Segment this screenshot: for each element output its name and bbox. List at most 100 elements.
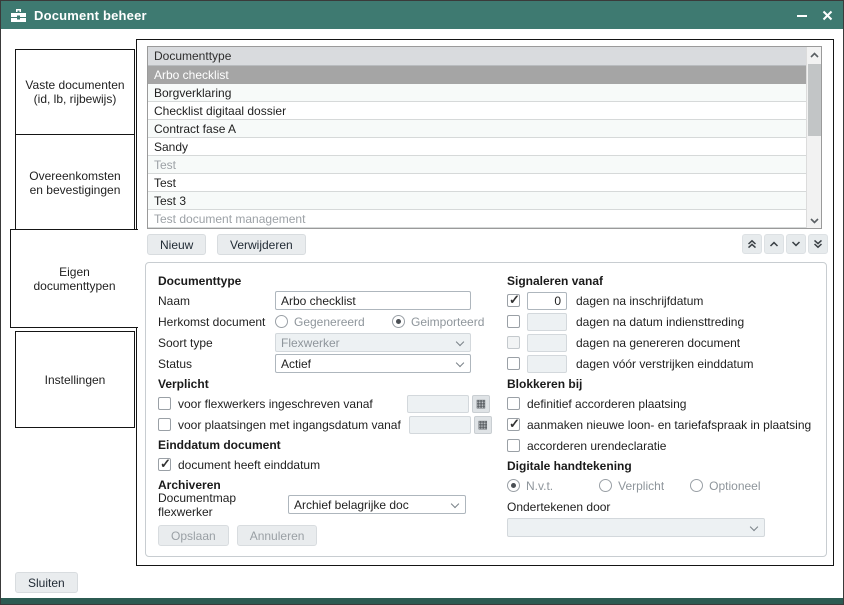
signaleren-genereren-row: dagen na genereren document: [507, 332, 819, 353]
dagen-input[interactable]: [527, 292, 567, 310]
double-chevron-up-icon: [747, 239, 757, 249]
naam-input[interactable]: [275, 291, 471, 310]
radio-geimporteerd[interactable]: [392, 315, 405, 328]
radio-label: N.v.t.: [526, 479, 553, 493]
list-item[interactable]: Test 3: [148, 192, 821, 210]
signaleren-checkbox[interactable]: [507, 357, 520, 370]
window-controls: [796, 9, 833, 21]
naam-row: Naam: [158, 290, 490, 311]
row-label: dagen na datum indiensttreding: [576, 315, 744, 329]
section-blokkeren: Blokkeren bij: [507, 374, 819, 393]
ondertekenen-label: Ondertekenen door: [507, 500, 610, 514]
blokkeren-urendeclaratie-row: accorderen urendeclaratie: [507, 435, 819, 456]
tab-label: Instellingen: [45, 373, 106, 387]
documentmap-label: Documentmap flexwerker: [158, 491, 288, 519]
close-dialog-button[interactable]: Sluiten: [15, 572, 78, 593]
ondertekenen-select[interactable]: [507, 518, 765, 537]
cancel-button[interactable]: Annuleren: [237, 525, 318, 546]
einddatum-checkbox[interactable]: [158, 458, 171, 471]
handtekening-option-verplicht[interactable]: Verplicht: [599, 479, 664, 493]
chevron-down-icon: [750, 523, 758, 531]
radio-nvt[interactable]: [507, 479, 520, 492]
verplicht-plaatsingen-checkbox[interactable]: [158, 418, 171, 431]
dagen-input[interactable]: [527, 313, 567, 331]
row-label: dagen vóór verstrijken einddatum: [576, 357, 753, 371]
handtekening-option-optioneel[interactable]: Optioneel: [690, 479, 760, 493]
radio-optioneel[interactable]: [690, 479, 703, 492]
status-select[interactable]: Actief: [275, 354, 471, 373]
blokkeren-checkbox[interactable]: [507, 397, 520, 410]
blokkeren-checkbox[interactable]: [507, 418, 520, 431]
double-chevron-down-icon: [813, 239, 823, 249]
signaleren-checkbox[interactable]: [507, 294, 520, 307]
section-einddatum: Einddatum document: [158, 435, 490, 454]
tab-instellingen[interactable]: Instellingen: [15, 331, 135, 428]
dagen-input[interactable]: [527, 334, 567, 352]
chevron-down-icon: [456, 338, 464, 346]
list-item[interactable]: Arbo checklist: [148, 66, 821, 84]
save-button[interactable]: Opslaan: [158, 525, 229, 546]
chevron-down-icon: [456, 359, 464, 367]
radio-label: Geimporteerd: [411, 315, 484, 329]
herkomst-option-geimporteerd[interactable]: Geimporteerd: [392, 315, 484, 329]
move-bottom-button[interactable]: [808, 234, 828, 254]
handtekening-options-row: N.v.t. Verplicht Optioneel: [507, 475, 819, 496]
scroll-down-icon[interactable]: [807, 213, 822, 228]
list-item[interactable]: Contract fase A: [148, 120, 821, 138]
list-item[interactable]: Test: [148, 174, 821, 192]
radio-label: Verplicht: [618, 479, 664, 493]
calendar-picker-button[interactable]: ▦: [474, 416, 492, 434]
move-up-button[interactable]: [764, 234, 784, 254]
signaleren-inschrijfdatum-row: dagen na inschrijfdatum: [507, 290, 819, 311]
dagen-input[interactable]: [527, 355, 567, 373]
flexwerkers-date-input[interactable]: [407, 395, 469, 413]
blokkeren-checkbox[interactable]: [507, 439, 520, 452]
verplicht-flexwerkers-row: voor flexwerkers ingeschreven vanaf ▦: [158, 393, 490, 414]
scroll-up-icon[interactable]: [807, 47, 822, 62]
list-column-header[interactable]: Documenttype: [148, 47, 821, 66]
list-item[interactable]: Sandy: [148, 138, 821, 156]
handtekening-option-nvt[interactable]: N.v.t.: [507, 479, 553, 493]
tab-vaste-documenten[interactable]: Vaste documenten (id, lb, rijbewijs): [15, 49, 135, 135]
verplicht-flexwerkers-checkbox[interactable]: [158, 397, 171, 410]
list-item[interactable]: Borgverklaring: [148, 84, 821, 102]
minimize-button[interactable]: [796, 9, 808, 21]
move-top-button[interactable]: [742, 234, 762, 254]
section-documenttype: Documenttype: [158, 271, 490, 290]
radio-verplicht[interactable]: [599, 479, 612, 492]
soort-type-select[interactable]: Flexwerker: [275, 333, 471, 352]
signaleren-indiensttreding-row: dagen na datum indiensttreding: [507, 311, 819, 332]
signaleren-checkbox[interactable]: [507, 315, 520, 328]
close-button[interactable]: [822, 10, 833, 21]
scrollbar-thumb[interactable]: [808, 64, 821, 136]
blokkeren-loonafspraak-row: aanmaken nieuwe loon- en tariefafspraak …: [507, 414, 819, 435]
checkbox-label: accorderen urendeclaratie: [527, 439, 666, 453]
documentmap-select[interactable]: Archief belagrijke doc: [288, 495, 466, 514]
verplicht-plaatsingen-row: voor plaatsingen met ingangsdatum vanaf …: [158, 414, 490, 435]
move-down-button[interactable]: [786, 234, 806, 254]
signaleren-checkbox[interactable]: [507, 336, 520, 349]
calendar-picker-button[interactable]: ▦: [472, 395, 490, 413]
tab-eigen-documenttypen[interactable]: Eigen documenttypen: [10, 229, 138, 328]
herkomst-label: Herkomst document: [158, 315, 275, 329]
radio-gegenereerd[interactable]: [275, 315, 288, 328]
soort-type-value: Flexwerker: [281, 336, 340, 350]
tab-overeenkomsten[interactable]: Overeenkomsten en bevestigingen: [15, 134, 135, 232]
delete-button[interactable]: Verwijderen: [217, 234, 306, 255]
list-item[interactable]: Test document management: [148, 210, 821, 228]
plaatsingen-date-input[interactable]: [409, 416, 471, 434]
list-item[interactable]: Checklist digitaal dossier: [148, 102, 821, 120]
soort-type-row: Soort type Flexwerker: [158, 332, 490, 353]
new-button[interactable]: Nieuw: [147, 234, 206, 255]
documentmap-value: Archief belagrijke doc: [294, 498, 409, 512]
status-label: Status: [158, 357, 275, 371]
calendar-icon: ▦: [476, 397, 486, 410]
checkbox-label: voor plaatsingen met ingangsdatum vanaf: [178, 418, 401, 432]
list-scrollbar[interactable]: [806, 47, 821, 228]
herkomst-option-gegenereerd[interactable]: Gegenereerd: [275, 315, 379, 329]
soort-type-label: Soort type: [158, 336, 275, 350]
chevron-up-icon: [769, 240, 779, 248]
checkbox-label: voor flexwerkers ingeschreven vanaf: [178, 397, 399, 411]
list-item[interactable]: Test: [148, 156, 821, 174]
chevron-down-icon: [451, 500, 459, 508]
